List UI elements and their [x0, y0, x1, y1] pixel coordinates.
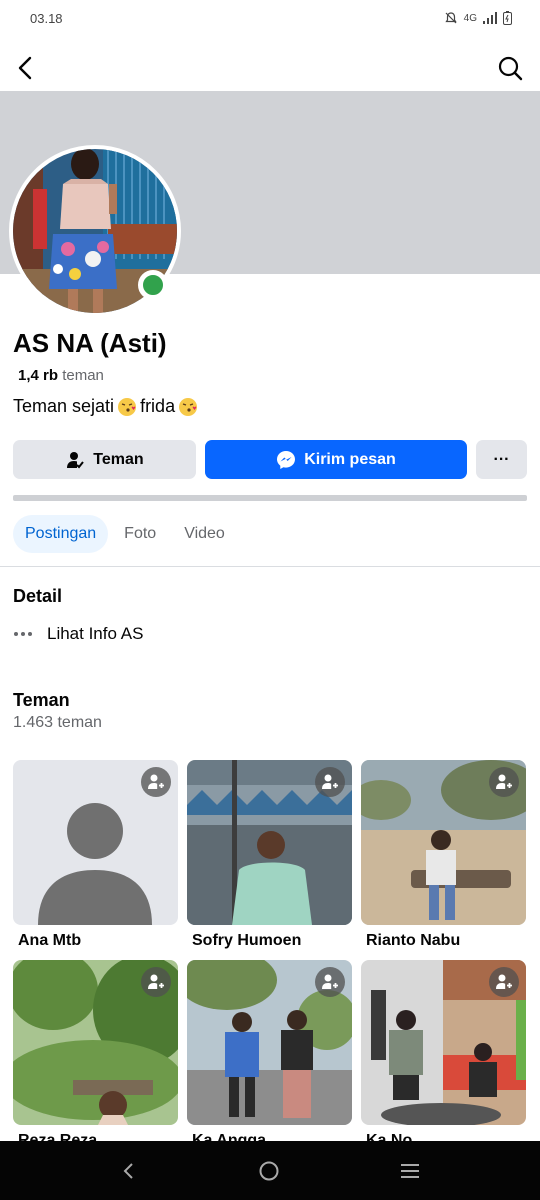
send-message-label: Kirim pesan [304, 450, 396, 468]
mute-icon [445, 12, 457, 24]
nav-home-icon[interactable] [258, 1160, 280, 1182]
add-friend-icon [496, 974, 512, 989]
add-friend-button[interactable] [489, 967, 519, 997]
friend-card[interactable]: Sofry Humoen [187, 760, 352, 950]
friend-name[interactable]: Sofry Humoen [187, 932, 352, 950]
profile-bio: Teman sejati frida [13, 396, 198, 417]
friend-card[interactable]: Rianto Nabu [361, 760, 526, 950]
nav-recents-icon[interactable] [399, 1161, 421, 1181]
section-divider [13, 495, 527, 501]
friend-name[interactable]: Ana Mtb [13, 932, 178, 950]
profile-name: AS NA (Asti) [13, 328, 167, 358]
friend-card[interactable]: Reza Reza [13, 960, 178, 1150]
friend-card[interactable]: Ka Angga [187, 960, 352, 1150]
bio-text-2: frida [140, 396, 176, 416]
friend-photo[interactable] [13, 960, 178, 1125]
friend-name[interactable]: Rianto Nabu [361, 932, 526, 950]
add-friend-button[interactable] [315, 967, 345, 997]
tab-posts[interactable]: Postingan [13, 515, 109, 553]
add-friend-button[interactable] [489, 767, 519, 797]
friend-check-icon [67, 451, 85, 468]
app-bar [0, 44, 540, 92]
add-friend-icon [322, 974, 338, 989]
tab-photos[interactable]: Foto [112, 515, 168, 553]
status-icons: 4G [444, 11, 512, 25]
add-friend-button[interactable] [315, 767, 345, 797]
friend-count-number: 1,4 rb [18, 367, 59, 384]
online-status-dot [138, 270, 168, 300]
tabs-divider [0, 566, 540, 567]
friend-photo[interactable] [361, 760, 526, 925]
friends-button-label: Teman [93, 450, 144, 468]
friend-card[interactable]: Ana Mtb [13, 760, 178, 950]
more-options-button[interactable]: ··· [476, 440, 527, 479]
profile-tabs: Postingan Foto Video [13, 515, 237, 553]
kiss-emoji-icon [118, 397, 137, 416]
add-friend-icon [496, 774, 512, 789]
friends-total-count: 1.463 teman [13, 714, 102, 731]
add-friend-button[interactable] [141, 767, 171, 797]
kiss-emoji-icon [179, 397, 198, 416]
status-bar: 03.18 4G [0, 0, 540, 36]
friend-photo[interactable] [13, 760, 178, 925]
status-time: 03.18 [30, 10, 63, 26]
add-friend-icon [148, 774, 164, 789]
bio-text-1: Teman sejati [13, 396, 115, 416]
friend-photo[interactable] [187, 960, 352, 1125]
back-arrow-icon[interactable] [12, 54, 40, 82]
detail-title: Detail [13, 586, 63, 606]
add-friend-icon [322, 774, 338, 789]
messenger-icon [277, 450, 296, 469]
more-dots-icon [14, 632, 32, 636]
add-friend-icon [148, 974, 164, 989]
system-nav-bar [0, 1141, 540, 1200]
friend-photo[interactable] [187, 760, 352, 925]
send-message-button[interactable]: Kirim pesan [205, 440, 467, 479]
friend-count-summary[interactable]: 1,4 rb teman [18, 367, 104, 384]
search-icon[interactable] [496, 54, 524, 82]
more-options-label: ··· [493, 450, 510, 468]
battery-icon [503, 11, 512, 25]
signal-icon [483, 12, 497, 24]
friend-photo[interactable] [361, 960, 526, 1125]
add-friend-button[interactable] [141, 967, 171, 997]
nav-back-icon[interactable] [119, 1161, 139, 1181]
network-type: 4G [463, 12, 477, 24]
friends-section-title: Teman [13, 690, 70, 710]
friend-count-label: teman [62, 367, 104, 384]
friends-button[interactable]: Teman [13, 440, 196, 479]
tab-videos[interactable]: Video [172, 515, 237, 553]
friend-card[interactable]: Ka No [361, 960, 526, 1150]
see-info-row[interactable]: Lihat Info AS [13, 624, 143, 644]
see-info-label: Lihat Info AS [47, 624, 144, 643]
